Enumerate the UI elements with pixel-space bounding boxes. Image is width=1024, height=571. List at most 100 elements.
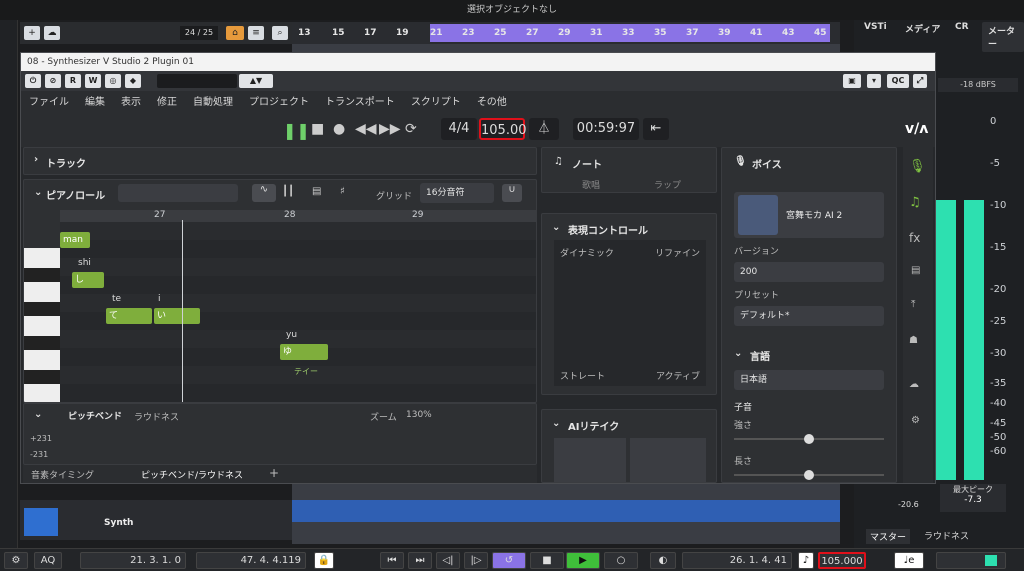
piano-keys[interactable] (24, 248, 60, 402)
record-button[interactable]: ○ (604, 552, 638, 569)
go-start-button[interactable]: ⏮ (380, 552, 404, 569)
time-signature[interactable]: 4/4 (441, 118, 477, 140)
robot-icon[interactable]: ☗ (909, 335, 918, 346)
language-select[interactable]: 日本語 (734, 370, 884, 390)
book-icon[interactable]: ▤ (911, 265, 920, 276)
plugin-tempo[interactable]: 105.00 (479, 118, 527, 140)
grid-select[interactable]: 16分音符 (420, 183, 494, 203)
rewind-button[interactable]: ◁| (436, 552, 460, 569)
note-col-rap[interactable]: ラップ (654, 178, 681, 191)
ae-icon[interactable] (630, 438, 706, 482)
menu-modify[interactable]: 修正 (157, 91, 177, 115)
expand-icon[interactable]: ⤢ (913, 74, 927, 88)
pitch-lane[interactable]: ⌄ ピッチベンド ラウドネス ズーム 130% +231 -231 (23, 403, 537, 465)
menu-auto[interactable]: 自動処理 (193, 91, 233, 115)
tab-meter[interactable]: メーター (982, 22, 1024, 52)
tab-loudness[interactable]: ラウドネス (924, 529, 969, 542)
forward-icon[interactable]: ▶▶ (379, 121, 401, 137)
metronome-icon[interactable]: ♩e (894, 552, 924, 569)
tempo-track-icon[interactable]: ♪ (798, 552, 814, 569)
diamond-icon[interactable]: ◆ (125, 74, 141, 88)
cloud-icon[interactable]: ☁ (44, 26, 60, 40)
loudness-label[interactable]: ラウドネス (134, 410, 179, 423)
playhead[interactable] (182, 220, 183, 402)
menu-other[interactable]: その他 (477, 91, 507, 115)
note-te[interactable]: て (106, 308, 152, 324)
preset-nav-icon[interactable]: ▲▼ (239, 74, 273, 88)
tab-pitch-loudness[interactable]: ピッチベンド/ラウドネス (141, 468, 243, 481)
menu-view[interactable]: 表示 (121, 91, 141, 115)
voice-selector[interactable]: 宮舞モカ AI 2 (734, 192, 884, 238)
audio-event[interactable] (292, 500, 840, 522)
strength-slider[interactable] (734, 434, 884, 444)
tab-cr[interactable]: CR (955, 22, 969, 32)
video-icon[interactable]: ▤ (312, 186, 321, 197)
note-yu[interactable]: ゆ (280, 344, 328, 360)
search-icon[interactable]: ⌕ (272, 26, 288, 40)
menu-project[interactable]: プロジェクト (249, 91, 309, 115)
track-header-synth[interactable]: Synth (20, 500, 292, 540)
pause-icon[interactable]: ❚❚ (283, 121, 310, 140)
menu-script[interactable]: スクリプト (411, 91, 461, 115)
snap-to-start-icon[interactable]: ⇤ (643, 118, 669, 140)
stop-button[interactable]: ■ (530, 552, 564, 569)
magnet-icon[interactable]: ∪ (502, 184, 522, 202)
record-icon[interactable]: ● (333, 121, 345, 137)
preset-select[interactable]: デフォルト* (734, 306, 884, 326)
tab-master[interactable]: マスター (866, 529, 911, 544)
length-slider[interactable] (734, 470, 884, 480)
tempo-display[interactable]: 105.000 (818, 552, 866, 569)
menu-down-icon[interactable]: ▾ (867, 74, 881, 88)
tab-vsti[interactable]: VSTi (864, 22, 887, 32)
pitch-label[interactable]: ピッチベンド (68, 409, 122, 422)
piano-roll-ruler[interactable]: 27 28 29 (60, 210, 536, 222)
stop-icon[interactable]: ■ (311, 121, 324, 137)
note-col-sing[interactable]: 歌唱 (582, 178, 600, 191)
version-select[interactable]: 200 (734, 262, 884, 282)
pitch-tool-icon[interactable]: ∿ (252, 184, 276, 202)
home-icon[interactable]: ⌂ (226, 26, 244, 40)
piano-roll[interactable]: ⌄ ピアノロール ∿ ┃┃ ▤ ♯ グリッド 16分音符 ∪ 27 28 29 … (23, 179, 537, 403)
bypass-icon[interactable]: ⊘ (45, 74, 61, 88)
tab-phoneme-timing[interactable]: 音素タイミング (31, 468, 94, 481)
punch-button[interactable]: ◐ (650, 552, 676, 569)
region-label[interactable]: man (60, 232, 90, 248)
preset-field[interactable] (157, 74, 237, 88)
note-shi[interactable]: し (72, 272, 104, 288)
timeline-ruler[interactable]: 13 15 17 19 21 23 25 27 29 31 33 35 37 3… (292, 22, 840, 44)
voice-mic-icon[interactable]: 🎙 (909, 159, 926, 174)
lock-icon[interactable]: 🔒 (314, 552, 334, 569)
tab-media[interactable]: メディア (905, 22, 940, 35)
cloud-icon[interactable]: ☁ (909, 379, 919, 390)
cycle-button[interactable]: ↺ (492, 552, 526, 569)
metronome-icon[interactable]: ⏃ (529, 118, 559, 140)
waveform-icon[interactable]: ┃┃ (282, 186, 294, 197)
zoom-value[interactable]: 130% (406, 410, 432, 420)
loop-icon[interactable]: ⟳ (405, 121, 417, 137)
expression-pad[interactable]: ダイナミック リファイン ストレート アクティブ (554, 240, 706, 386)
add-track-button[interactable]: + (24, 26, 40, 40)
qc-button[interactable]: QC (887, 74, 909, 88)
add-tab-icon[interactable]: + (269, 466, 279, 480)
write-button[interactable]: W (85, 74, 101, 88)
left-locator[interactable]: 21. 3. 1. 0 (80, 552, 186, 569)
note-i[interactable]: い (154, 308, 200, 324)
settings-icon[interactable]: ⚙ (4, 552, 28, 569)
edit-tools[interactable] (118, 184, 238, 202)
time-display[interactable]: 00:59:97 (573, 118, 639, 140)
camera-icon[interactable]: ◎ (105, 74, 121, 88)
export-icon[interactable]: ⤒ (911, 299, 915, 310)
fx-icon[interactable]: fx (909, 231, 920, 245)
music-note-icon[interactable]: ♫ (909, 195, 921, 210)
right-locator[interactable]: 47. 4. 4.119 (196, 552, 306, 569)
menu-transport[interactable]: トランスポート (325, 91, 395, 115)
go-end-button[interactable]: ⏭ (408, 552, 432, 569)
list-icon[interactable]: ≡ (248, 26, 264, 40)
position-display[interactable]: 26. 1. 4. 41 (682, 552, 792, 569)
gear-icon[interactable]: ⚙ (911, 415, 920, 426)
menu-edit[interactable]: 編集 (85, 91, 105, 115)
read-button[interactable]: R (65, 74, 81, 88)
track-row[interactable]: › トラック (23, 147, 537, 175)
forward-button[interactable]: |▷ (464, 552, 488, 569)
power-icon[interactable]: ⏻ (25, 74, 41, 88)
